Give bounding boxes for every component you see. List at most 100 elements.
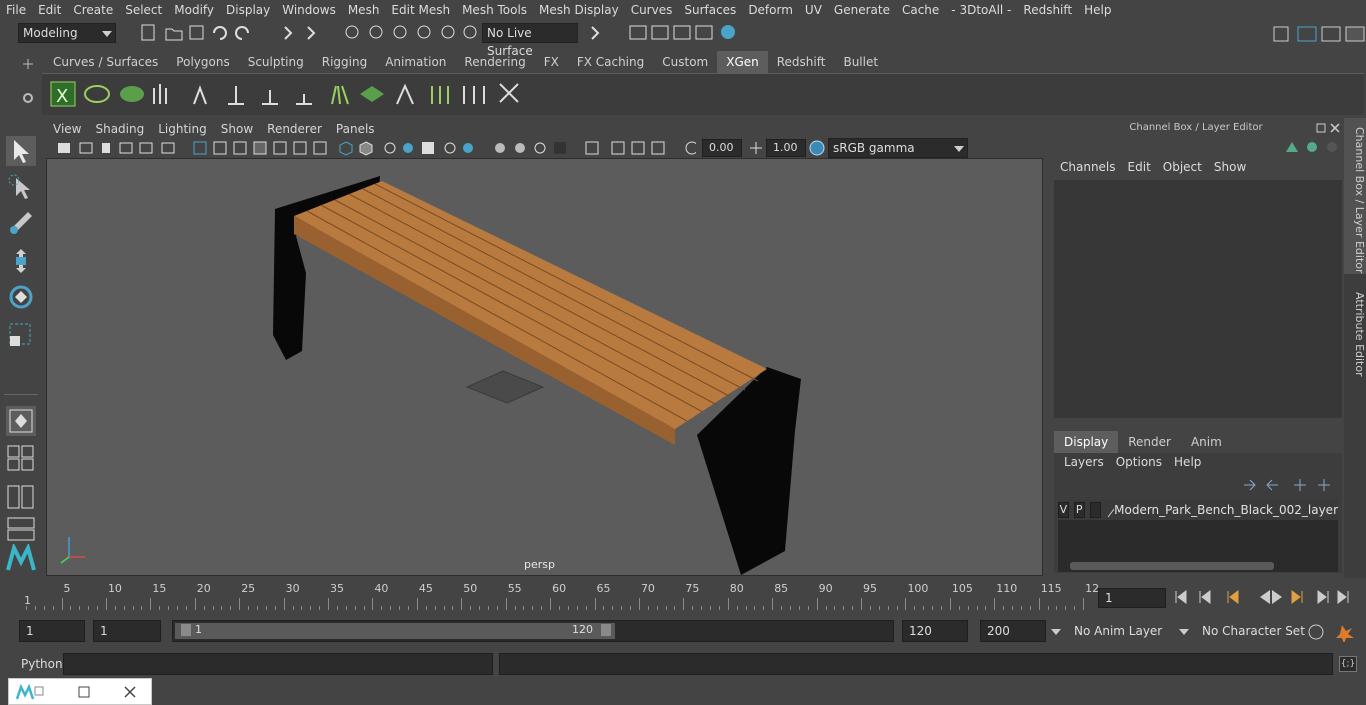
- workspace-icons[interactable]: [1270, 23, 1366, 45]
- menu-create[interactable]: Create: [67, 3, 119, 17]
- command-input[interactable]: [63, 653, 493, 675]
- layer-menu-layers[interactable]: Layers: [1058, 455, 1110, 469]
- viewport-menu-show[interactable]: Show: [214, 122, 260, 136]
- chevron-down-icon[interactable]: [1050, 620, 1062, 642]
- color-space-dropdown[interactable]: sRGB gamma: [828, 138, 968, 158]
- time-slider[interactable]: 5 10 15 20 25 30 35 40 45 50 55 60 65 70 75 80 85 90 95 100…: [20, 582, 1099, 610]
- layer-menu-options[interactable]: Options: [1110, 455, 1168, 469]
- channel-box-menu-object[interactable]: Object: [1157, 160, 1208, 178]
- shelf-tab-sculpting[interactable]: Sculpting: [239, 51, 313, 73]
- anim-layer-dropdown[interactable]: No Anim Layer: [1068, 620, 1192, 642]
- range-extra-icons[interactable]: [1306, 622, 1362, 642]
- shelf-tab-redshift[interactable]: Redshift: [768, 51, 835, 73]
- menu-surfaces[interactable]: Surfaces: [678, 3, 742, 17]
- viewport-menu-view[interactable]: View: [46, 122, 88, 136]
- scale-tool[interactable]: [6, 320, 36, 350]
- menu-mesh-display[interactable]: Mesh Display: [533, 3, 625, 17]
- range-handle-left[interactable]: [181, 624, 191, 636]
- mode-dropdown[interactable]: Modeling: [18, 23, 116, 43]
- menu-3dtoall[interactable]: - 3DtoAll -: [945, 3, 1017, 17]
- layer-tab-render[interactable]: Render: [1118, 431, 1181, 453]
- rotate-tool[interactable]: [6, 282, 36, 312]
- menu-edit-mesh[interactable]: Edit Mesh: [385, 3, 456, 17]
- script-editor-icon[interactable]: {;}: [1339, 656, 1357, 672]
- shelf-tab-bullet[interactable]: Bullet: [834, 51, 887, 73]
- start-frame-field[interactable]: 1: [19, 620, 85, 642]
- channel-box-menu-edit[interactable]: Edit: [1122, 160, 1157, 178]
- range-handle-right[interactable]: [601, 624, 611, 636]
- single-view-layout[interactable]: [6, 406, 36, 436]
- end-frame-field[interactable]: 200: [980, 620, 1046, 642]
- menu-file[interactable]: File: [0, 3, 32, 17]
- perspective-viewport[interactable]: persp: [46, 158, 1043, 576]
- menu-deform[interactable]: Deform: [742, 3, 799, 17]
- viewport-menu-panels[interactable]: Panels: [329, 122, 382, 136]
- menu-curves[interactable]: Curves: [625, 3, 679, 17]
- gamma-field[interactable]: 1.00: [766, 139, 806, 157]
- menu-display[interactable]: Display: [220, 3, 276, 17]
- menu-edit[interactable]: Edit: [32, 3, 67, 17]
- command-language-label[interactable]: Python: [21, 657, 63, 671]
- layer-display-type[interactable]: [1089, 502, 1102, 518]
- viewport-menu-lighting[interactable]: Lighting: [151, 122, 214, 136]
- layer-row[interactable]: V P Modern_Park_Bench_Black_002_layer: [1058, 500, 1338, 520]
- channel-box-area[interactable]: [1054, 180, 1342, 418]
- viewport-menu-renderer[interactable]: Renderer: [260, 122, 329, 136]
- shelf-tab-custom[interactable]: Custom: [653, 51, 717, 73]
- gear-icon[interactable]: [22, 92, 34, 104]
- paint-select-tool[interactable]: [6, 208, 36, 238]
- current-frame-field[interactable]: 1: [1098, 588, 1166, 608]
- exposure-field[interactable]: 0.00: [702, 139, 742, 157]
- range-slider[interactable]: 1 120: [172, 620, 894, 642]
- viewport-menu-shading[interactable]: Shading: [88, 122, 151, 136]
- menu-redshift[interactable]: Redshift: [1017, 3, 1078, 17]
- graph-layout[interactable]: [6, 514, 36, 544]
- menu-generate[interactable]: Generate: [828, 3, 896, 17]
- scrollbar-thumb[interactable]: [1070, 562, 1274, 570]
- tab-attribute-editor[interactable]: Attribute Editor: [1344, 280, 1366, 380]
- playback-end-field[interactable]: 120: [902, 620, 968, 642]
- channel-box-icons[interactable]: [1284, 140, 1340, 154]
- channel-box-menu-channels[interactable]: Channels: [1054, 160, 1122, 178]
- viewport-toolbar-icons[interactable]: [56, 139, 696, 159]
- render-toolbar-icons[interactable]: [590, 23, 750, 43]
- four-view-layout[interactable]: [6, 442, 36, 472]
- move-tool[interactable]: [6, 246, 36, 276]
- outliner-layout[interactable]: [6, 482, 36, 512]
- menu-windows[interactable]: Windows: [276, 3, 342, 17]
- character-set-dropdown[interactable]: No Character Set: [1198, 620, 1305, 642]
- status-toolbar-icons[interactable]: [140, 23, 480, 43]
- shelf-tab-fx-caching[interactable]: FX Caching: [568, 51, 653, 73]
- shelf-tab-animation[interactable]: Animation: [376, 51, 455, 73]
- live-surface-field[interactable]: No Live Surface: [482, 23, 578, 58]
- layer-tab-display[interactable]: Display: [1054, 431, 1119, 453]
- layer-scrollbar[interactable]: [1058, 560, 1338, 572]
- minimized-window-controls[interactable]: [9, 679, 153, 705]
- lasso-tool[interactable]: [6, 172, 36, 202]
- layer-playback-toggle[interactable]: P: [1073, 502, 1085, 518]
- playback-controls[interactable]: [1172, 588, 1358, 606]
- menu-mesh-tools[interactable]: Mesh Tools: [456, 3, 533, 17]
- xgen-shelf-icons[interactable]: X: [42, 74, 542, 116]
- shelf-tab-rigging[interactable]: Rigging: [313, 51, 376, 73]
- menu-mesh[interactable]: Mesh: [342, 3, 386, 17]
- layer-visibility-toggle[interactable]: V: [1058, 502, 1069, 518]
- panel-window-controls[interactable]: [1316, 122, 1342, 134]
- layer-editor-icons[interactable]: [1242, 477, 1338, 493]
- shelf-tab-rendering[interactable]: Rendering: [455, 51, 534, 73]
- shelf-tab-xgen[interactable]: XGen: [717, 51, 768, 73]
- menu-cache[interactable]: Cache: [896, 3, 945, 17]
- menu-select[interactable]: Select: [119, 3, 168, 17]
- tab-channel-box[interactable]: Channel Box / Layer Editor: [1344, 118, 1366, 274]
- select-tool[interactable]: [6, 136, 36, 166]
- layer-menu-help[interactable]: Help: [1168, 455, 1207, 469]
- menu-uv[interactable]: UV: [799, 3, 828, 17]
- shelf-menu-icon[interactable]: [22, 58, 34, 70]
- layer-tab-anim[interactable]: Anim: [1181, 431, 1232, 453]
- menu-help[interactable]: Help: [1078, 3, 1117, 17]
- channel-box-menu-show[interactable]: Show: [1208, 160, 1252, 178]
- range-slider-bar[interactable]: 1 120: [175, 623, 615, 639]
- shelf-tab-curves-surfaces[interactable]: Curves / Surfaces: [44, 51, 167, 73]
- playback-start-field[interactable]: 1: [93, 620, 161, 642]
- shelf-tab-fx[interactable]: FX: [535, 51, 568, 73]
